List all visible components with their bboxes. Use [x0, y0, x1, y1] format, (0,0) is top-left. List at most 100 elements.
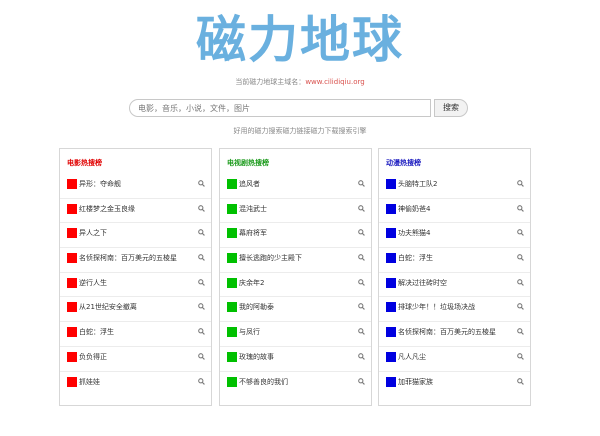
list-item-label[interactable]: 解决过往砖时空 — [398, 278, 447, 288]
color-square-icon — [67, 228, 77, 239]
search-icon[interactable] — [198, 303, 205, 311]
list-item[interactable]: 异形：夺命舰 — [60, 174, 211, 199]
list-item-label[interactable]: 我的阿勒泰 — [239, 302, 274, 312]
domain-prefix: 当前磁力地球主域名： — [235, 78, 306, 86]
search-icon[interactable] — [358, 180, 365, 187]
search-icon[interactable] — [358, 229, 365, 237]
list-item-label[interactable]: 功夫熊猫4 — [398, 228, 430, 238]
list-item-label[interactable]: 幕府将军 — [239, 228, 267, 238]
list-item-label[interactable]: 负负得正 — [79, 352, 107, 362]
search-icon[interactable] — [517, 352, 524, 360]
list-item[interactable]: 白蛇：浮生 — [60, 322, 211, 347]
list-item-label[interactable]: 异形：夺命舰 — [79, 179, 121, 189]
list-item-label[interactable]: 逆行人生 — [79, 278, 107, 288]
search-icon[interactable] — [517, 229, 524, 237]
list-item[interactable]: 抓娃娃 — [60, 372, 211, 397]
color-square-icon — [67, 179, 77, 189]
search-icon[interactable] — [198, 328, 205, 335]
color-square-icon — [67, 203, 77, 214]
list-item-label[interactable]: 头脑特工队2 — [398, 179, 437, 189]
search-icon[interactable] — [517, 204, 524, 212]
color-square-icon — [386, 228, 396, 239]
list-item-label[interactable]: 混沌武士 — [239, 204, 267, 214]
list-item[interactable]: 不够善良的我们 — [220, 372, 371, 397]
search-icon[interactable] — [517, 303, 524, 311]
list-item[interactable]: 幕府将军 — [220, 223, 371, 249]
list-item[interactable]: 神偷奶爸4 — [379, 199, 530, 224]
list-item[interactable]: 名侦探柯南：百万美元的五棱星 — [379, 322, 530, 347]
list-item[interactable]: 从21世纪安全撤离 — [60, 297, 211, 323]
list-item[interactable]: 擅长逃跑的少主殿下 — [220, 248, 371, 273]
list-item-label[interactable]: 异人之下 — [79, 228, 107, 238]
search-icon[interactable] — [198, 180, 205, 187]
list-item[interactable]: 凡人凡尘 — [379, 347, 530, 372]
list-item-label[interactable]: 玫瑰的故事 — [239, 352, 274, 362]
list-item[interactable]: 负负得正 — [60, 347, 211, 372]
search-icon[interactable] — [517, 278, 524, 286]
color-square-icon — [67, 376, 77, 387]
list-item[interactable]: 白蛇：浮生 — [379, 248, 530, 273]
list-item[interactable]: 异人之下 — [60, 223, 211, 249]
search-icon[interactable] — [358, 204, 365, 212]
list-item[interactable]: 解决过往砖时空 — [379, 273, 530, 298]
list-item-label[interactable]: 与凤行 — [239, 327, 260, 337]
list-item-label[interactable]: 凡人凡尘 — [398, 352, 426, 362]
list-item[interactable]: 追风者 — [220, 174, 371, 199]
domain-notice: 当前磁力地球主域名：www.cilidiqiu.org — [0, 77, 600, 87]
search-icon[interactable] — [517, 254, 524, 261]
list-item-label[interactable]: 神偷奶爸4 — [398, 204, 430, 214]
search-icon[interactable] — [517, 377, 524, 385]
search-icon[interactable] — [517, 328, 524, 335]
color-square-icon — [386, 327, 396, 338]
color-square-icon — [386, 302, 396, 313]
color-square-icon — [386, 351, 396, 362]
list-item-label[interactable]: 不够善良的我们 — [239, 377, 288, 387]
search-icon[interactable] — [198, 204, 205, 212]
search-icon[interactable] — [198, 377, 205, 385]
search-input[interactable] — [129, 99, 431, 117]
search-icon[interactable] — [198, 254, 205, 261]
list-item[interactable]: 名侦探柯南：百万美元的五棱星 — [60, 248, 211, 273]
list-item-label[interactable]: 从21世纪安全撤离 — [79, 302, 137, 312]
hot-list: 追风者混沌武士幕府将军擅长逃跑的少主殿下 庆余年2 我的阿勒泰与凤行玫瑰的故事不够善… — [220, 174, 371, 396]
list-item-label[interactable]: 名侦探柯南：百万美元的五棱星 — [79, 253, 177, 263]
color-square-icon — [227, 203, 237, 214]
search-icon[interactable] — [358, 278, 365, 286]
domain-link[interactable]: www.cilidiqiu.org — [305, 78, 364, 86]
list-item-label[interactable]: 抓娃娃 — [79, 377, 100, 387]
list-item[interactable]: 玫瑰的故事 — [220, 347, 371, 372]
list-item[interactable]: 混沌武士 — [220, 199, 371, 224]
list-item[interactable]: 加菲猫家族 — [379, 372, 530, 397]
list-item[interactable]: 庆余年2 — [220, 273, 371, 298]
search-icon[interactable] — [358, 377, 365, 385]
search-icon[interactable] — [358, 303, 365, 311]
panel-title: 电视剧热搜榜 — [227, 159, 269, 167]
search-button[interactable]: 搜索 — [434, 99, 468, 117]
list-item-label[interactable]: 白蛇：浮生 — [79, 327, 114, 337]
list-item[interactable]: 头脑特工队2 — [379, 174, 530, 199]
color-square-icon — [67, 253, 77, 264]
list-item[interactable]: 与凤行 — [220, 322, 371, 347]
search-icon[interactable] — [358, 254, 365, 261]
list-item-label[interactable]: 排球少年！！垃圾场决战 — [398, 302, 475, 312]
search-icon[interactable] — [198, 352, 205, 360]
site-logo[interactable]: 磁力地球 — [0, 10, 600, 70]
list-item-label[interactable]: 名侦探柯南：百万美元的五棱星 — [398, 327, 496, 337]
list-item-label[interactable]: 追风者 — [239, 179, 260, 189]
list-item[interactable]: 功夫熊猫4 — [379, 223, 530, 249]
search-icon[interactable] — [198, 278, 205, 286]
list-item-label[interactable]: 加菲猫家族 — [398, 377, 433, 387]
search-icon[interactable] — [358, 352, 365, 360]
list-item-label[interactable]: 红楼梦之金玉良缘 — [79, 204, 135, 214]
list-item-label[interactable]: 擅长逃跑的少主殿下 — [239, 253, 302, 263]
search-icon[interactable] — [358, 328, 365, 335]
list-item-label[interactable]: 庆余年2 — [239, 278, 264, 288]
list-item[interactable]: 排球少年！！垃圾场决战 — [379, 297, 530, 323]
search-icon[interactable] — [517, 180, 524, 187]
list-item[interactable]: 逆行人生 — [60, 273, 211, 298]
list-item[interactable]: 红楼梦之金玉良缘 — [60, 199, 211, 224]
list-item[interactable]: 我的阿勒泰 — [220, 297, 371, 323]
list-item-label[interactable]: 白蛇：浮生 — [398, 253, 433, 263]
search-icon[interactable] — [198, 229, 205, 237]
color-square-icon — [67, 351, 77, 362]
